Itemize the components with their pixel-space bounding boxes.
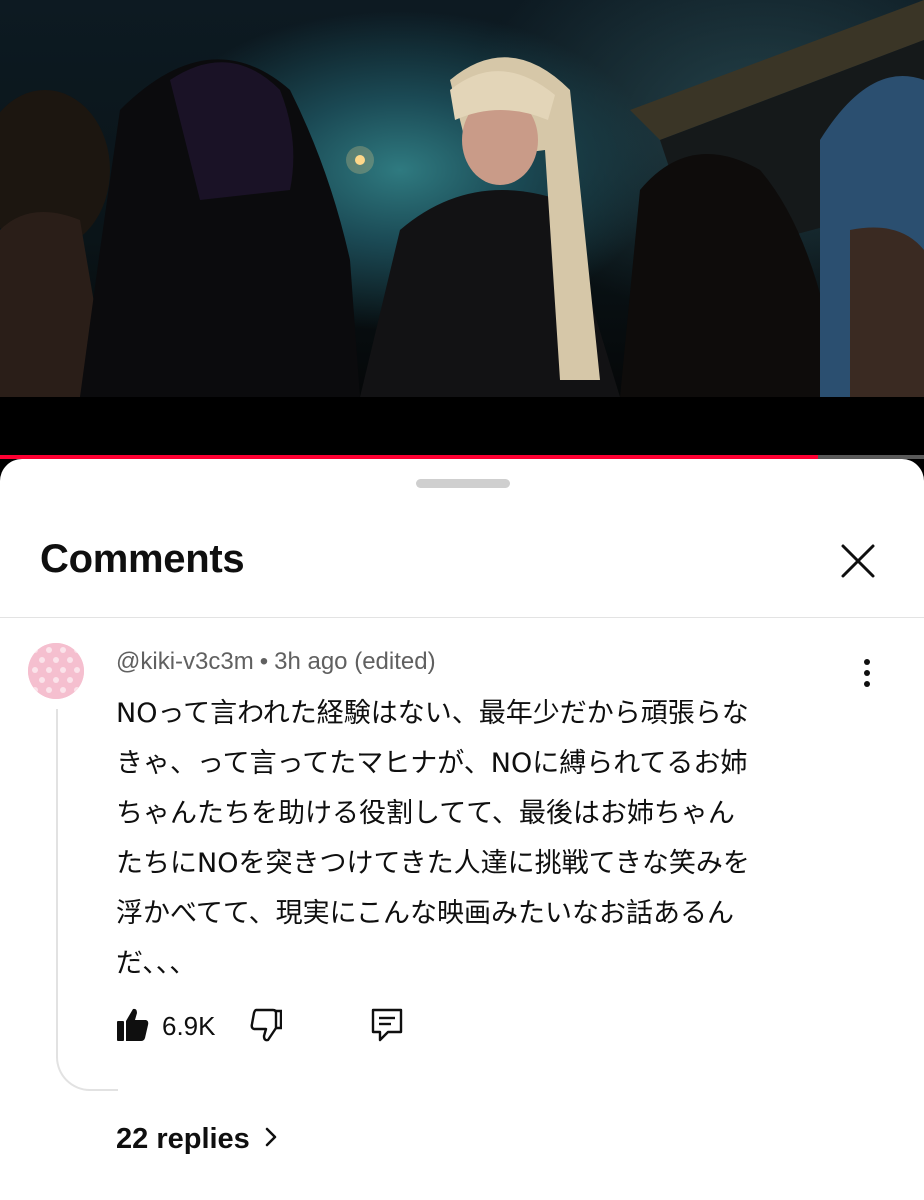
video-letterbox (0, 397, 924, 455)
comment-meta: @kiki-v3c3m • 3h ago (edited) (116, 648, 436, 676)
replies-label: 22 replies (116, 1123, 250, 1155)
avatar[interactable] (28, 643, 84, 699)
meta-separator: • (259, 648, 269, 675)
comments-sheet: Comments @kiki-v3c3m • 3h ago (edited) NOっ… (0, 459, 924, 1200)
drag-handle[interactable] (416, 479, 510, 488)
thread-line (56, 709, 118, 1091)
comment-edited-flag: (edited) (354, 648, 436, 675)
more-vertical-icon[interactable] (852, 653, 882, 693)
thumbs-up-icon[interactable] (116, 1007, 150, 1043)
video-frame-image (0, 0, 924, 397)
thumbs-down-icon[interactable] (248, 1007, 283, 1043)
header-divider (0, 617, 924, 618)
close-icon[interactable] (836, 539, 880, 583)
like-count: 6.9K (162, 1011, 216, 1041)
comment-time: 3h ago (274, 648, 348, 675)
replies-button[interactable]: 22 replies (116, 1123, 278, 1157)
reply-icon[interactable] (370, 1007, 404, 1043)
chevron-right-icon (264, 1124, 278, 1157)
comment-text: NOって言われた経験はない、最年少だから頑張らな きゃ、って言ってたマヒナが、N… (116, 698, 750, 979)
comments-title: Comments (40, 537, 245, 581)
comment-author[interactable]: @kiki-v3c3m (116, 648, 254, 675)
video-player[interactable] (0, 0, 924, 397)
